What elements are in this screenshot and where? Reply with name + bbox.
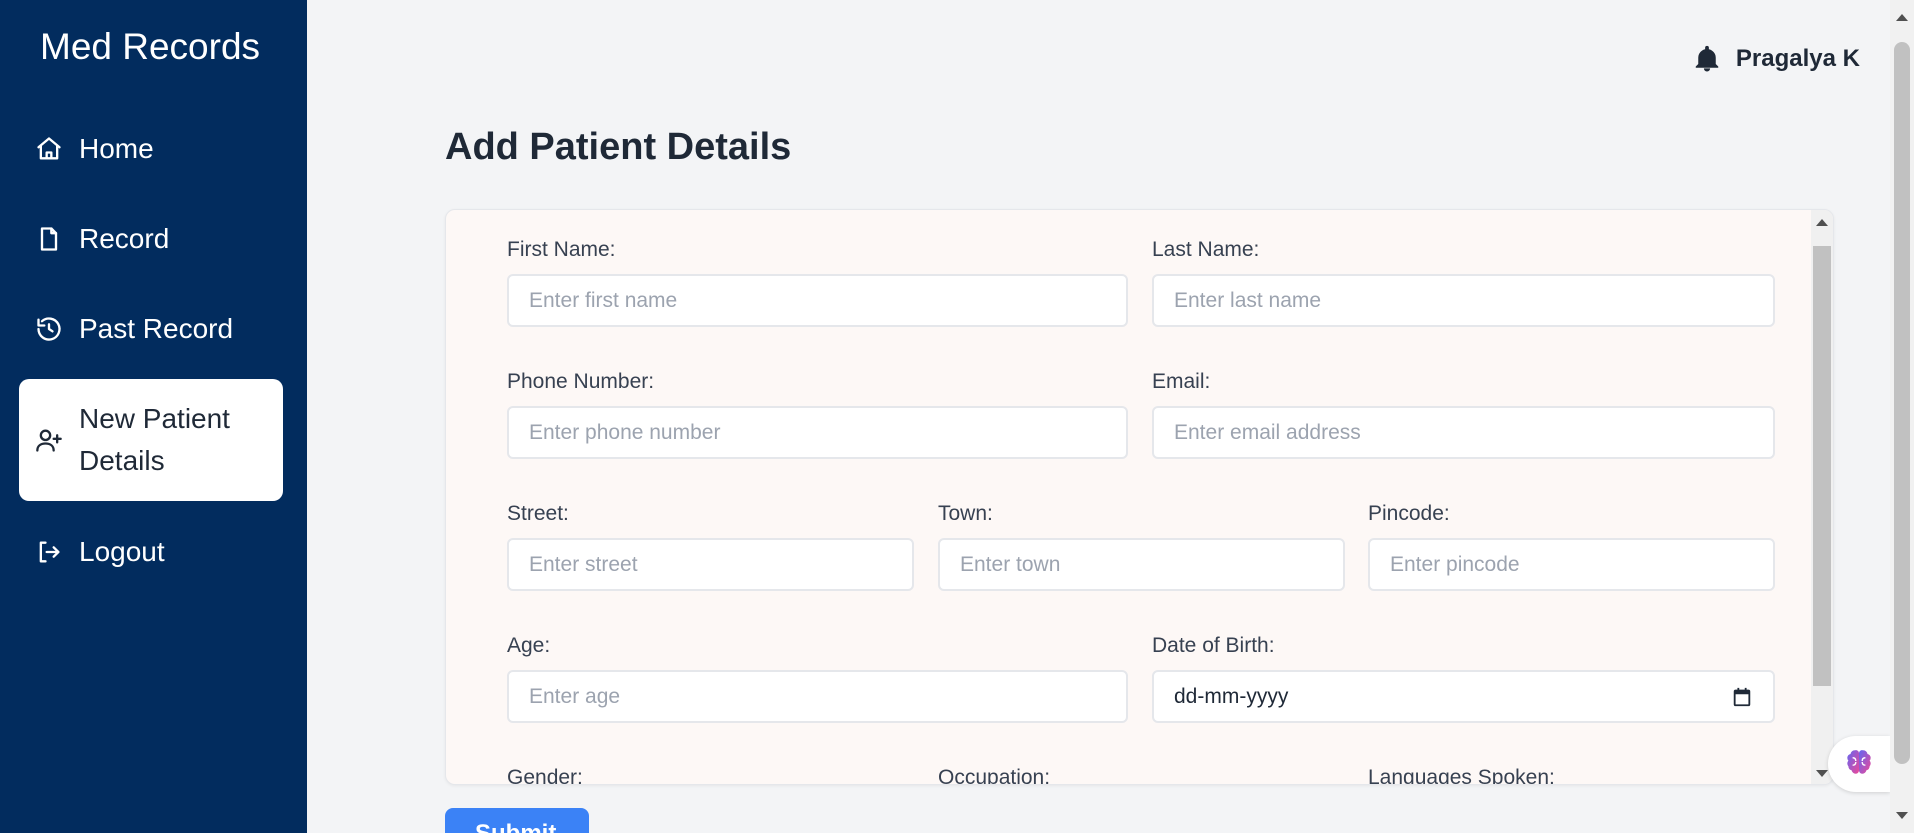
brain-icon xyxy=(1842,745,1876,784)
sidebar-item-label: Past Record xyxy=(79,313,234,344)
street-label: Street: xyxy=(507,502,569,525)
occupation-group: Occupation: xyxy=(938,766,1345,785)
languages-label: Languages Spoken: xyxy=(1368,766,1555,785)
phone-label: Phone Number: xyxy=(507,370,655,393)
first-name-input[interactable]: Enter first name xyxy=(507,274,1128,327)
gender-group: Gender: xyxy=(507,766,914,785)
sidebar-item-label: Logout xyxy=(79,536,165,567)
sidebar-item-label: Record xyxy=(79,223,170,254)
sidebar-item-past-record[interactable]: Past Record xyxy=(19,308,283,350)
town-input[interactable]: Enter town xyxy=(938,538,1345,591)
age-input[interactable]: Enter age xyxy=(507,670,1128,723)
street-input[interactable]: Enter street xyxy=(507,538,914,591)
age-label: Age: xyxy=(507,634,551,657)
page-title: Add Patient Details xyxy=(445,126,792,168)
page-scroll-up-icon[interactable] xyxy=(1896,14,1908,21)
town-label: Town: xyxy=(938,502,993,525)
history-icon xyxy=(29,309,69,349)
first-name-label: First Name: xyxy=(507,238,616,261)
scroll-up-arrow-icon[interactable] xyxy=(1816,219,1828,226)
last-name-label: Last Name: xyxy=(1152,238,1260,261)
age-group: Age: Enter age xyxy=(507,634,1128,723)
sidebar-item-label: New Patient Details xyxy=(79,403,230,476)
dob-label: Date of Birth: xyxy=(1152,634,1275,657)
last-name-input[interactable]: Enter last name xyxy=(1152,274,1775,327)
sidebar: Med Records Home Record Past Record New … xyxy=(0,0,307,833)
calendar-icon[interactable] xyxy=(1731,686,1753,708)
user-name[interactable]: Pragalya K xyxy=(1736,45,1860,73)
sidebar-item-logout[interactable]: Logout xyxy=(19,531,283,573)
languages-group: Languages Spoken: xyxy=(1368,766,1775,785)
patient-form: First Name: Enter first name Last Name: … xyxy=(445,209,1834,785)
phone-input[interactable]: Enter phone number xyxy=(507,406,1128,459)
email-label: Email: xyxy=(1152,370,1211,393)
dob-value: dd-mm-yyyy xyxy=(1174,684,1289,708)
email-group: Email: Enter email address xyxy=(1152,370,1775,459)
form-scrollbar-thumb[interactable] xyxy=(1813,246,1831,686)
pincode-input[interactable]: Enter pincode xyxy=(1368,538,1775,591)
dob-group: Date of Birth: dd-mm-yyyy xyxy=(1152,634,1775,723)
first-name-group: First Name: Enter first name xyxy=(507,238,1128,327)
user-plus-icon xyxy=(29,420,69,460)
town-group: Town: Enter town xyxy=(938,502,1345,591)
page-scroll-down-icon[interactable] xyxy=(1896,812,1908,819)
email-input[interactable]: Enter email address xyxy=(1152,406,1775,459)
sidebar-item-label: Home xyxy=(79,133,154,164)
pincode-label: Pincode: xyxy=(1368,502,1450,525)
dob-input[interactable]: dd-mm-yyyy xyxy=(1152,670,1775,723)
brand-title: Med Records xyxy=(40,26,261,67)
page-scrollbar-thumb[interactable] xyxy=(1894,42,1910,764)
file-icon xyxy=(29,219,69,259)
pincode-group: Pincode: Enter pincode xyxy=(1368,502,1775,591)
occupation-label: Occupation: xyxy=(938,766,1051,785)
home-icon xyxy=(29,129,69,169)
logout-icon xyxy=(29,532,69,572)
last-name-group: Last Name: Enter last name xyxy=(1152,238,1775,327)
sidebar-item-record[interactable]: Record xyxy=(19,218,283,260)
sidebar-item-home[interactable]: Home xyxy=(19,128,283,170)
sidebar-item-new-patient-details[interactable]: New Patient Details xyxy=(19,379,283,501)
form-scrollbar[interactable] xyxy=(1811,210,1833,784)
user-menu[interactable]: Pragalya K xyxy=(1692,44,1860,74)
page-scrollbar[interactable] xyxy=(1890,0,1914,833)
street-group: Street: Enter street xyxy=(507,502,914,591)
bell-icon[interactable] xyxy=(1692,44,1722,74)
phone-group: Phone Number: Enter phone number xyxy=(507,370,1128,459)
gender-label: Gender: xyxy=(507,766,583,785)
scroll-down-arrow-icon[interactable] xyxy=(1816,770,1828,777)
submit-button[interactable]: Submit xyxy=(445,808,589,833)
assistant-button[interactable] xyxy=(1828,736,1890,792)
